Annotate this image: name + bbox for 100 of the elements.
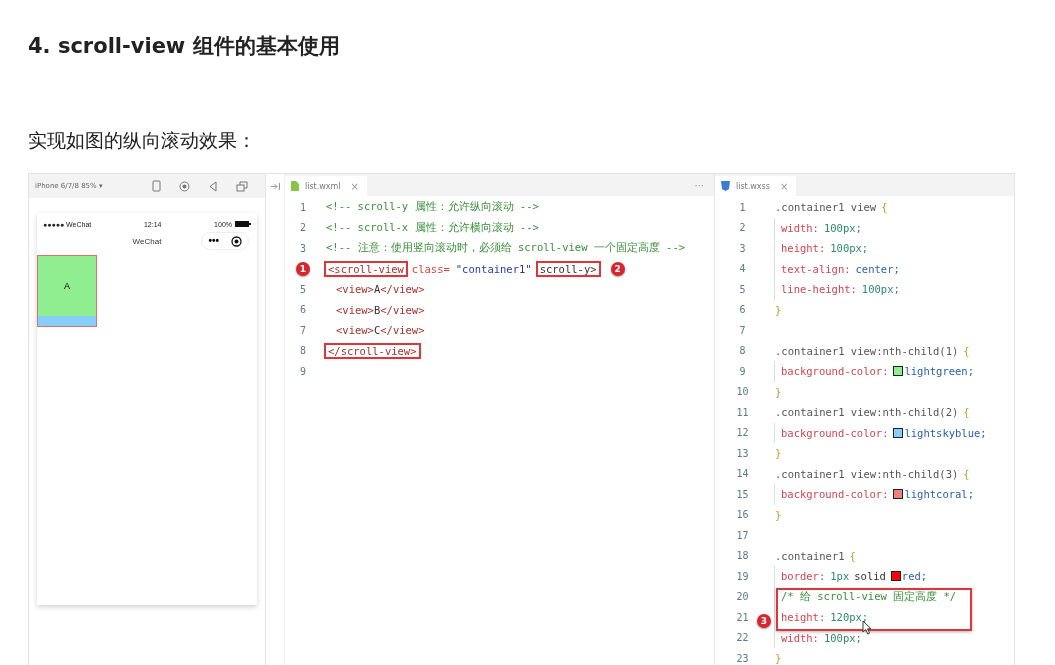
line-number: 8 — [739, 345, 746, 357]
more-button[interactable]: ··· — [694, 179, 704, 191]
code-token: .container1 view — [775, 201, 877, 214]
line-number: 5 — [300, 283, 306, 295]
nav-title: WeChat — [132, 236, 162, 246]
step-marker: 3 — [757, 613, 771, 628]
code-token: width: — [781, 631, 819, 644]
code-token: 100px; — [830, 242, 869, 255]
code-token: B — [373, 303, 381, 316]
code-token: line-height: — [781, 283, 857, 296]
windows-icon[interactable] — [236, 180, 249, 192]
line-number: 10 — [736, 386, 749, 398]
code-token: { — [963, 344, 970, 357]
code-token: <!-- 注意：使用竖向滚动时，必须给 scroll-view 一个固定高度 --> — [326, 241, 686, 256]
code-token: .container1 — [775, 549, 845, 562]
code-token: class= — [411, 262, 450, 275]
code-token: red; — [901, 570, 928, 583]
code-token: { — [963, 467, 970, 480]
line-number: 2 — [739, 222, 746, 234]
code-token: background-color: — [781, 426, 889, 439]
target-icon — [231, 235, 242, 247]
code-token: solid — [854, 570, 886, 583]
code-token: "container1" — [455, 262, 532, 275]
line-number: 11 — [736, 406, 749, 418]
line-number: 4 — [739, 263, 746, 275]
code-token: 100px; — [823, 221, 862, 234]
line-number: 7 — [300, 324, 306, 336]
line-number: 13 — [736, 447, 749, 459]
file-tab[interactable]: list.wxml × — [285, 176, 367, 196]
code-token: { — [881, 201, 888, 214]
code-token: </view> — [380, 324, 425, 337]
code-token: 100px; — [823, 631, 862, 644]
line-number: 7 — [739, 324, 746, 336]
code-token: border: — [781, 570, 826, 583]
code-token: background-color: — [781, 365, 889, 378]
code-token: { — [963, 406, 970, 419]
line-number: 15 — [736, 488, 749, 500]
code-token: /* 给 scroll-view 固定高度 */ — [781, 589, 957, 604]
code-token: } — [775, 508, 782, 521]
line-number: 3 — [300, 242, 306, 254]
line-number: 1 — [300, 201, 306, 213]
line-number: 19 — [736, 570, 749, 582]
code-token: height: — [781, 242, 826, 255]
line-number: 14 — [736, 468, 749, 480]
phone-icon[interactable] — [152, 180, 162, 192]
code-token: lightcoral; — [904, 488, 974, 501]
code-token: <view> — [336, 324, 374, 337]
code-token: lightgreen; — [904, 365, 974, 378]
code-token: <view> — [336, 283, 374, 296]
instruction-text: 实现如图的纵向滚动效果： — [28, 128, 257, 153]
code-token: } — [775, 303, 782, 316]
code-token: </view> — [380, 283, 425, 296]
line-number: 5 — [739, 283, 746, 295]
code-token: { — [849, 549, 856, 562]
line-number: 2 — [300, 222, 306, 234]
collapse-icon[interactable] — [269, 182, 281, 191]
line-number: 9 — [300, 365, 306, 377]
code-token: } — [775, 385, 782, 398]
code-token: <!-- scroll-x 属性：允许横向滚动 --> — [326, 220, 539, 235]
code-token: 100px; — [861, 283, 900, 296]
file-icon — [291, 181, 299, 191]
scroll-item: A — [38, 256, 96, 316]
highlighted-code: </scroll-view> — [326, 344, 419, 357]
code-token: .container1 view:nth-child(3) — [775, 467, 959, 480]
code-token: background-color: — [781, 488, 889, 501]
code-token: .container1 view:nth-child(2) — [775, 406, 959, 419]
line-number: 17 — [736, 529, 749, 541]
code-token: C — [373, 324, 381, 337]
highlighted-code: scroll-y> — [537, 262, 599, 275]
code-token: center; — [855, 262, 900, 275]
code-token: .container1 view:nth-child(1) — [775, 344, 959, 357]
more-dots: ••• — [208, 235, 219, 247]
code-token: <!-- scroll-y 属性：允许纵向滚动 --> — [326, 200, 539, 215]
speaker-icon[interactable] — [208, 180, 219, 192]
code-token: } — [775, 447, 782, 460]
line-number: 6 — [300, 304, 306, 316]
code-token: 120px; — [830, 611, 869, 624]
code-token: } — [775, 652, 782, 665]
line-number: 18 — [736, 550, 749, 562]
file-tab[interactable]: list.wxss × — [715, 176, 797, 196]
line-number: 3 — [739, 242, 746, 254]
line-number: 12 — [736, 427, 749, 439]
code-token: </view> — [380, 303, 425, 316]
line-number: 1 — [739, 201, 746, 213]
battery-icon — [235, 221, 251, 227]
line-number: 21 — [736, 611, 749, 623]
code-token: lightskyblue; — [904, 426, 987, 439]
code-token: A — [373, 283, 381, 296]
code-token: 1px — [830, 570, 850, 583]
line-number: 8 — [300, 345, 306, 357]
code-token: height: — [781, 611, 826, 624]
record-icon[interactable] — [179, 180, 191, 192]
highlighted-code: <scroll-view — [326, 262, 406, 275]
line-number: 20 — [736, 591, 749, 603]
line-number: 9 — [739, 365, 746, 377]
code-token: width: — [781, 221, 819, 234]
code-token: <view> — [336, 303, 374, 316]
step-marker: 1 — [296, 261, 310, 276]
step-marker: 2 — [610, 261, 625, 276]
line-number: 22 — [736, 632, 749, 644]
